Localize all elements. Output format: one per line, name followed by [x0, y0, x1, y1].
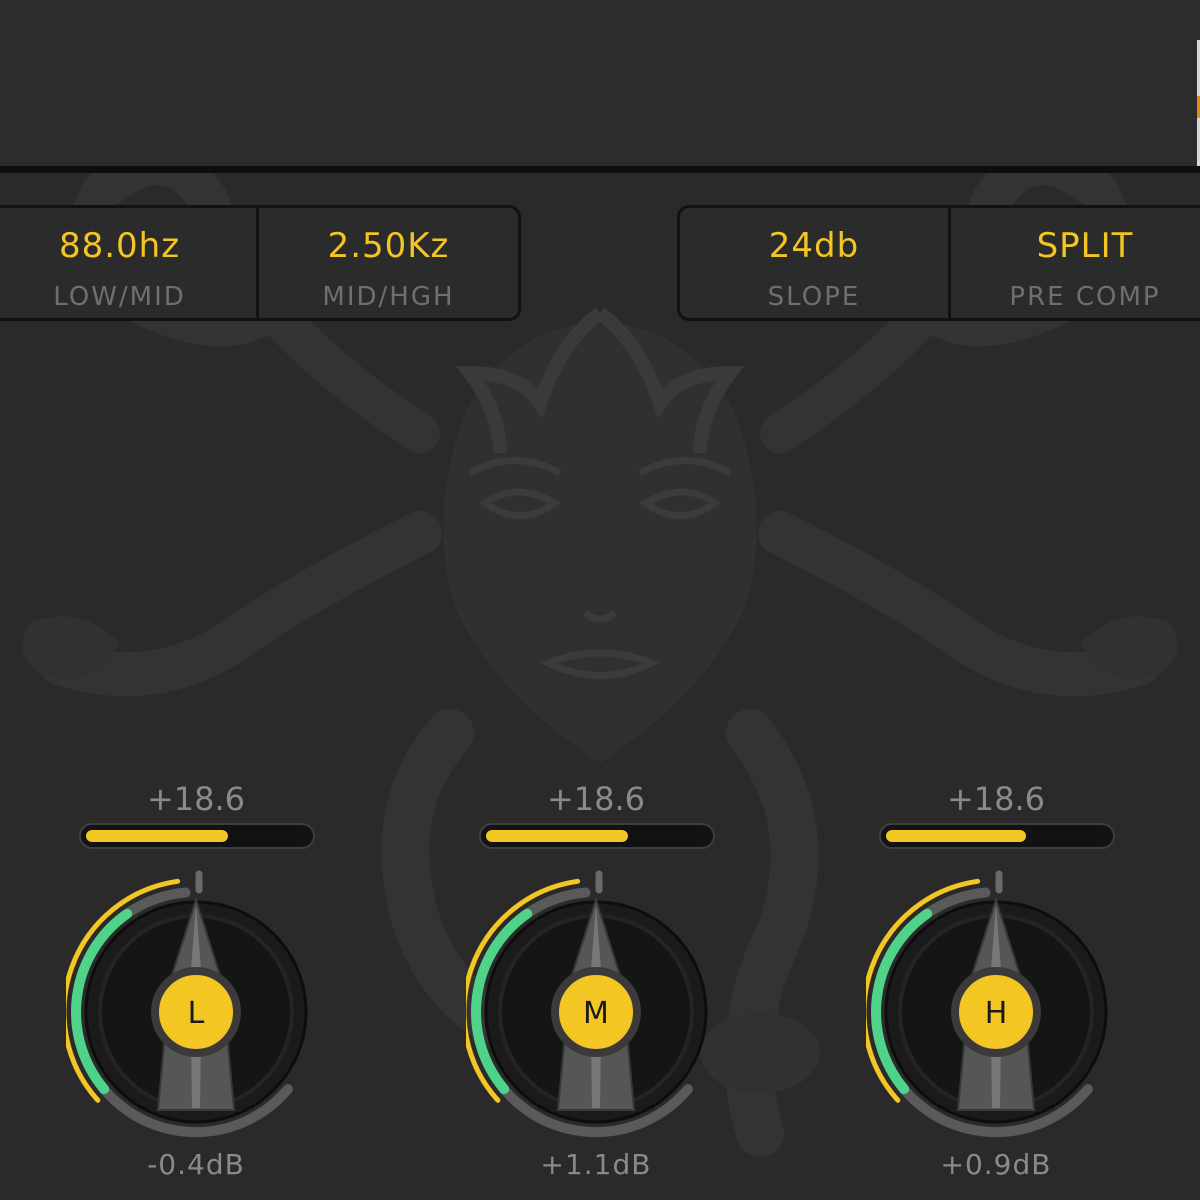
low-knob-label: L [188, 996, 205, 1031]
low-peak-readout: +18.6 [146, 780, 246, 818]
band-mid: +18.6 M +1.1dB [466, 780, 726, 1200]
mid-level-meter-fill [486, 830, 628, 842]
pre-comp-mode-label: PRE COMP [1009, 282, 1161, 312]
mid-gain-knob[interactable]: M [466, 860, 726, 1140]
mid-high-crossover-control[interactable]: 2.50Kz MID/HGH [256, 208, 518, 318]
low-gain-readout: -0.4dB [147, 1148, 245, 1181]
low-mid-label: LOW/MID [53, 282, 186, 312]
high-level-meter-fill [886, 830, 1026, 842]
high-knob-label: H [985, 996, 1008, 1031]
band-high: +18.6 H +0.9dB [866, 780, 1126, 1200]
slope-control[interactable]: 24db SLOPE [680, 208, 948, 318]
pre-comp-mode-control[interactable]: SPLIT PRE COMP [948, 208, 1200, 318]
crossover-panel: 88.0hz LOW/MID 2.50Kz MID/HGH [0, 205, 521, 321]
low-gain-knob[interactable]: L [66, 860, 326, 1140]
band-low: +18.6 L -0.4dB [66, 780, 326, 1200]
mid-high-label: MID/HGH [322, 282, 455, 312]
mid-level-meter [479, 823, 715, 849]
mid-peak-readout: +18.6 [546, 780, 646, 818]
high-gain-knob[interactable]: H [866, 860, 1126, 1140]
title-bar [0, 0, 1200, 166]
options-panel: 24db SLOPE SPLIT PRE COMP [677, 205, 1200, 321]
slope-label: SLOPE [767, 282, 861, 312]
pre-comp-mode-value: SPLIT [1036, 226, 1134, 266]
low-mid-crossover-control[interactable]: 88.0hz LOW/MID [0, 208, 256, 318]
high-level-meter [879, 823, 1115, 849]
high-peak-readout: +18.6 [946, 780, 1046, 818]
slope-value: 24db [768, 226, 860, 266]
mid-gain-readout: +1.1dB [540, 1148, 652, 1181]
high-gain-readout: +0.9dB [940, 1148, 1052, 1181]
low-level-meter-fill [86, 830, 228, 842]
low-mid-value: 88.0hz [58, 226, 181, 266]
mid-knob-label: M [583, 996, 609, 1031]
mid-high-value: 2.50Kz [327, 226, 450, 266]
low-level-meter [79, 823, 315, 849]
header-divider [0, 166, 1200, 173]
